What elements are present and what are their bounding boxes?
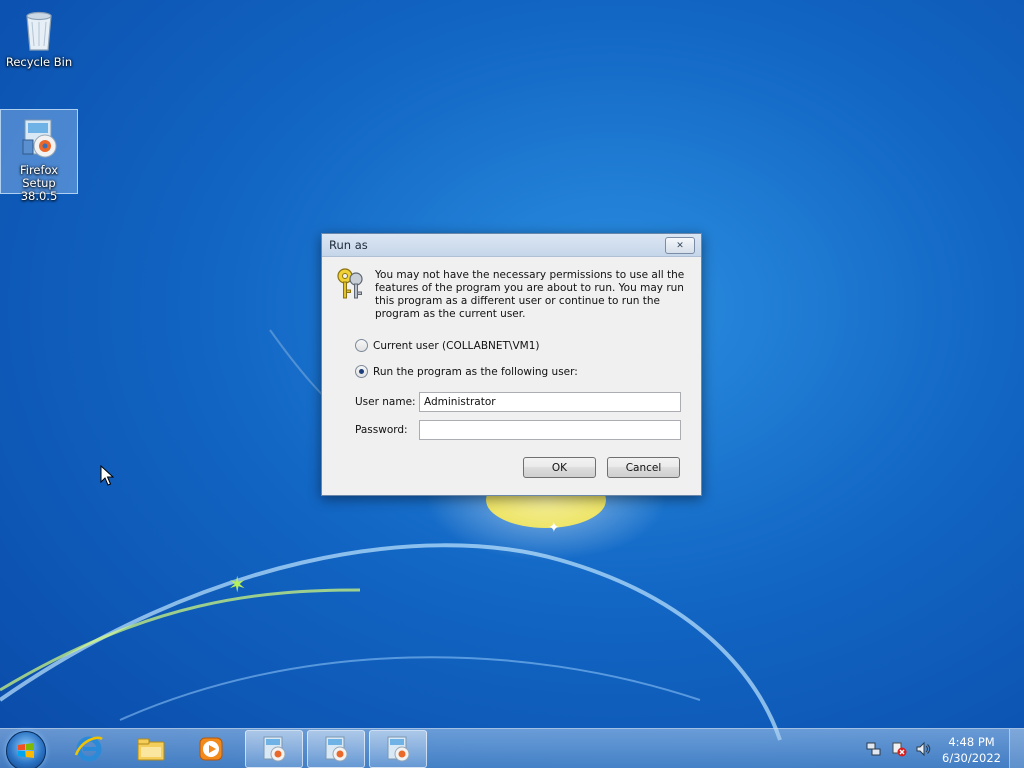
option-current-user[interactable]: Current user (COLLABNET\VM1) — [355, 339, 540, 352]
taskbar-media-player[interactable] — [182, 730, 240, 768]
firefox-setup-icon — [15, 114, 63, 162]
option-other-user[interactable]: Run the program as the following user: — [355, 365, 578, 378]
clock-date: 6/30/2022 — [942, 751, 1001, 765]
svg-text:✶: ✶ — [228, 573, 246, 598]
other-user-label: Run the program as the following user: — [373, 365, 578, 378]
taskbar-window-firefox-setup-2[interactable] — [307, 730, 365, 768]
action-center-icon[interactable] — [891, 741, 907, 757]
firefox-setup-icon — [263, 736, 286, 762]
volume-icon[interactable] — [915, 741, 931, 757]
desktop-icon-label: Recycle Bin — [5, 55, 73, 69]
close-icon: ✕ — [676, 240, 684, 251]
clock[interactable]: 4:48 PM 6/30/2022 — [942, 734, 1001, 766]
close-button[interactable]: ✕ — [665, 237, 695, 254]
username-label: User name: — [355, 396, 416, 408]
desktop-icon-firefox-setup[interactable]: Firefox Setup 38.0.5 — [0, 109, 78, 203]
mouse-cursor-icon — [100, 465, 114, 486]
windows-explorer-icon — [137, 738, 165, 761]
desktop-icon-recycle-bin[interactable]: Recycle Bin — [1, 2, 77, 69]
taskbar-windows-explorer[interactable] — [122, 730, 180, 768]
dialog-title: Run as — [329, 238, 368, 252]
taskbar: 4:48 PM 6/30/2022 — [0, 728, 1024, 768]
dialog-titlebar[interactable]: Run as ✕ — [322, 234, 701, 257]
other-user-radio[interactable] — [355, 365, 368, 378]
taskbar-internet-explorer[interactable] — [60, 730, 118, 768]
dialog-message: You may not have the necessary permissio… — [375, 269, 685, 320]
cancel-button[interactable]: Cancel — [607, 457, 680, 478]
internet-explorer-icon — [74, 736, 103, 762]
firefox-setup-icon — [325, 736, 348, 762]
taskbar-window-firefox-setup-3[interactable] — [369, 730, 427, 768]
start-button[interactable] — [6, 731, 46, 768]
password-label: Password: — [355, 424, 408, 436]
current-user-radio[interactable] — [355, 339, 368, 352]
network-icon[interactable] — [866, 741, 882, 757]
desktop-icon-label: Firefox Setup 38.0.5 — [19, 163, 59, 203]
svg-text:✦: ✦ — [548, 520, 560, 536]
current-user-label: Current user (COLLABNET\VM1) — [373, 339, 540, 352]
password-field[interactable] — [419, 420, 681, 440]
run-as-dialog: Run as ✕ You may not have the necessary … — [321, 233, 702, 496]
clock-time: 4:48 PM — [948, 735, 995, 749]
show-desktop-button[interactable] — [1009, 729, 1024, 768]
ok-button[interactable]: OK — [523, 457, 596, 478]
username-field[interactable] — [419, 392, 681, 412]
windows-start-orb-icon — [18, 743, 34, 758]
taskbar-window-firefox-setup-1[interactable] — [245, 730, 303, 768]
recycle-bin-icon — [15, 6, 63, 54]
firefox-setup-icon — [387, 736, 410, 762]
keys-icon — [334, 266, 370, 302]
media-player-icon — [199, 737, 223, 761]
